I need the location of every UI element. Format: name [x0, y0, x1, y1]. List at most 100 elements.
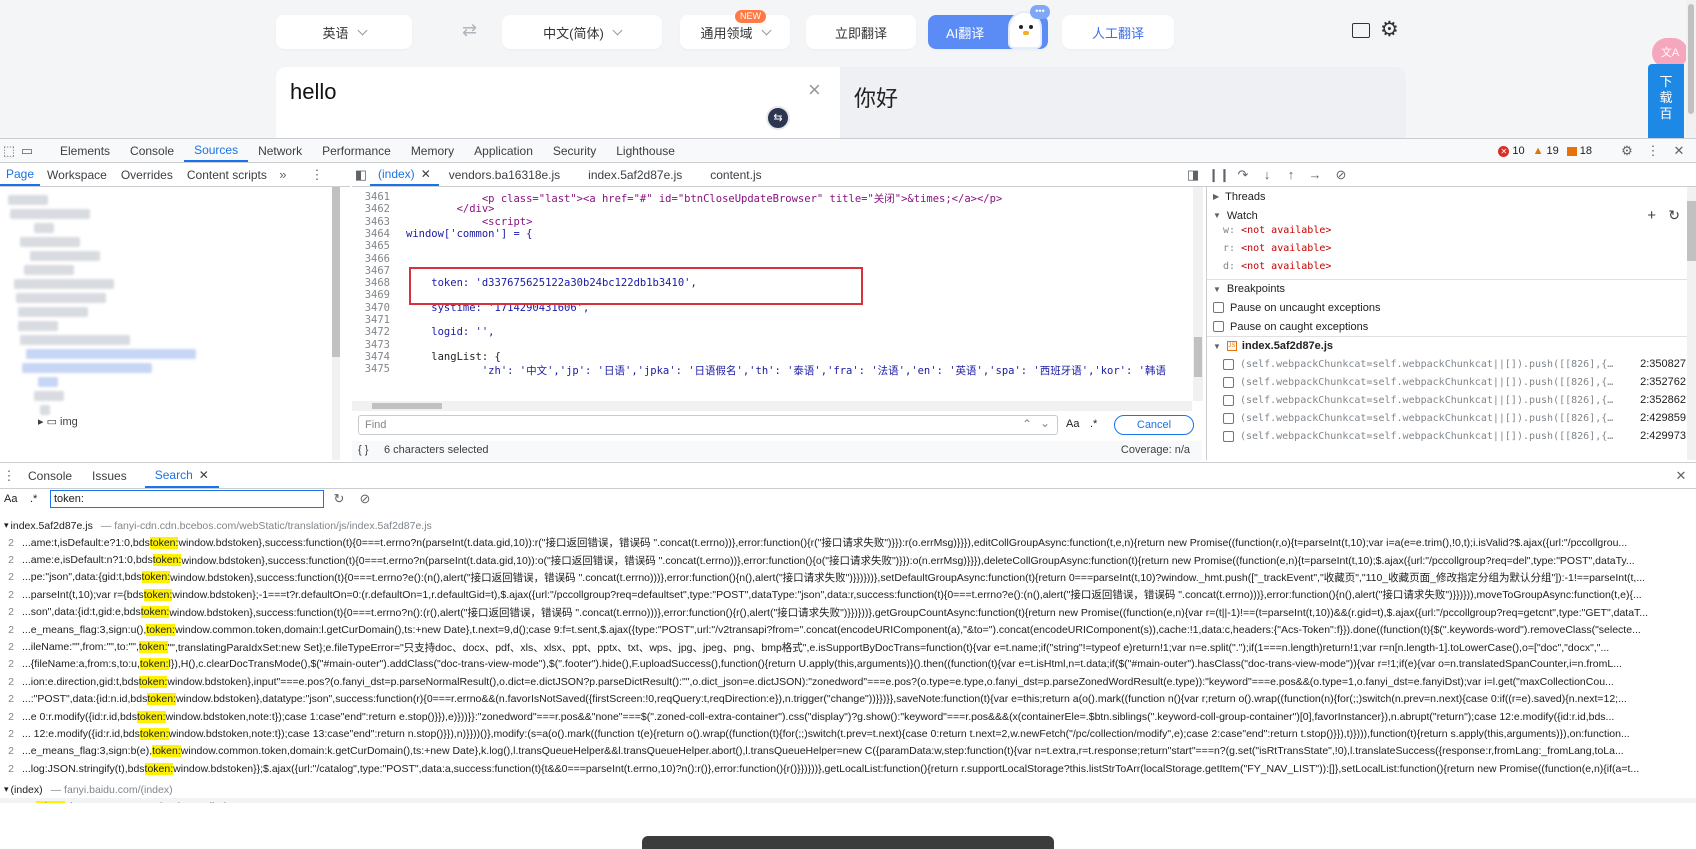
tab-elements[interactable]: Elements [50, 139, 120, 162]
regex-toggle[interactable]: .* [30, 493, 37, 505]
threads-section[interactable]: ▶ Threads [1207, 187, 1696, 206]
close-drawer-icon[interactable]: ✕ [1672, 467, 1690, 485]
breakpoint-item[interactable]: (self.webpackChunkcat=self.webpackChunkc… [1207, 409, 1696, 427]
page-scrollbar[interactable] [1686, 0, 1696, 138]
search-result-row[interactable]: 2 ...e_means_flag:3,sign:u(), token: window… [0, 621, 1696, 638]
more-vert-icon[interactable]: ⋮ [308, 166, 326, 184]
translate-now-button[interactable]: 立即翻译 [806, 15, 916, 49]
checkbox[interactable] [1223, 412, 1234, 424]
close-icon[interactable]: ✕ [1670, 142, 1688, 160]
tab-console[interactable]: Console [120, 139, 184, 162]
step-over-icon[interactable]: ↷ [1234, 166, 1252, 184]
line-number[interactable]: 3472 [352, 326, 390, 338]
search-result-row[interactable]: 2 ...ame:e,isDefault:n?1:0,bds token: windo… [0, 551, 1696, 568]
format-icon[interactable]: { } [358, 444, 368, 456]
settings-icon[interactable]: ⚙ [1380, 17, 1399, 42]
search-result-row[interactable]: 2 ...son",data:{id:t,gid:e,bds token: windo… [0, 604, 1696, 621]
drawer-tab-issues[interactable]: Issues [82, 463, 137, 488]
search-result-row[interactable]: 2 ...parseInt(t,10);var r={bds token: windo… [0, 586, 1696, 603]
line-number[interactable]: 3471 [352, 314, 390, 326]
result-file-header[interactable]: ▾ index.5af2d87e.js — fanyi-cdn.cdn.bcebos… [0, 517, 1696, 534]
results-scrollbar[interactable] [1686, 517, 1696, 747]
human-translate-button[interactable]: 人工翻译 [1062, 15, 1174, 49]
breakpoints-section[interactable]: ▼ Breakpoints [1207, 279, 1696, 298]
line-number[interactable]: 3470 [352, 302, 390, 314]
search-result-row[interactable]: 2 ...ileName:"",from:"",to:"", token: "",tr… [0, 638, 1696, 655]
pause-caught-option[interactable]: Pause on caught exceptions [1207, 317, 1696, 336]
watch-section[interactable]: ▼ Watch + ↻ [1207, 206, 1696, 225]
search-result-row[interactable]: 2 ...ion:e.direction,gid:t,bds token: windo… [0, 673, 1696, 690]
error-count[interactable]: ✕ 10 [1498, 145, 1525, 157]
nav-tab-content-scripts[interactable]: Content scripts [180, 163, 274, 186]
checkbox[interactable] [1213, 321, 1224, 332]
source-language-select[interactable]: 英语 [276, 15, 412, 49]
checkbox[interactable] [1223, 430, 1234, 442]
device-toolbar-icon[interactable]: ▭ [18, 142, 36, 160]
tab-network[interactable]: Network [248, 139, 312, 162]
line-number[interactable]: 3461 [352, 191, 390, 203]
line-number[interactable]: 3463 [352, 216, 390, 228]
sidebar-scrollbar[interactable] [1687, 187, 1696, 460]
nav-tab-workspace[interactable]: Workspace [40, 163, 114, 186]
source-text-area[interactable]: hello [276, 67, 840, 138]
breakpoint-item[interactable]: (self.webpackChunkcat=self.webpackChunkc… [1207, 355, 1696, 373]
find-prev-icon[interactable]: ⌃ [1022, 417, 1032, 431]
file-tab-index[interactable]: (index) ✕ [370, 163, 439, 186]
line-number[interactable]: 3465 [352, 240, 390, 252]
match-case-toggle[interactable]: Aa [1066, 418, 1079, 430]
search-result-row[interactable]: 2 ...:"POST",data:{id:n.id,bds token: windo… [0, 691, 1696, 708]
tab-application[interactable]: Application [464, 139, 543, 162]
target-language-select[interactable]: 中文(简体) [502, 15, 662, 49]
search-result-row[interactable]: 2 ... 12:e.modify({id:r.id,bds token: windo… [0, 725, 1696, 742]
search-result-row[interactable]: 2 ...e 0:r.modify({id:r.id,bds token: windo… [0, 708, 1696, 725]
toggle-debugger-icon[interactable]: ◨ [1184, 166, 1202, 184]
close-tab-icon[interactable]: ✕ [421, 167, 431, 181]
tab-memory[interactable]: Memory [401, 139, 464, 162]
clear-icon[interactable]: × [808, 77, 821, 103]
pause-icon[interactable]: ❙❙ [1208, 166, 1230, 184]
checkbox[interactable] [1213, 302, 1224, 313]
tab-security[interactable]: Security [543, 139, 606, 162]
line-number[interactable]: 3473 [352, 339, 390, 351]
search-result-row[interactable]: 2 ...ame:t,isDefault:e?1:0,bds token: windo… [0, 534, 1696, 551]
search-result-row[interactable]: 2 ...{fileName:a,from:s,to:u, token: l}),H(… [0, 656, 1696, 673]
line-number[interactable]: 3462 [352, 203, 390, 215]
folder-icon[interactable] [1352, 23, 1370, 38]
breakpoint-item[interactable]: (self.webpackChunkcat=self.webpackChunkc… [1207, 373, 1696, 391]
more-vert-icon[interactable]: ⋮ [0, 467, 18, 485]
find-input[interactable]: Find [358, 415, 1058, 435]
line-number[interactable]: 3475 [352, 363, 390, 375]
breakpoint-file[interactable]: ▼ JS index.5af2d87e.js [1207, 336, 1696, 355]
more-tabs-icon[interactable]: » [274, 166, 292, 184]
search-result-row[interactable]: 2 ...log:JSON.stringify(t),bds token: windo… [0, 760, 1696, 777]
match-case-toggle[interactable]: Aa [4, 493, 17, 505]
settings-icon[interactable]: ⚙ [1618, 142, 1636, 160]
close-tab-icon[interactable]: ✕ [199, 468, 209, 482]
code-scrollbar[interactable] [1193, 187, 1203, 401]
tab-lighthouse[interactable]: Lighthouse [606, 139, 685, 162]
toggle-navigator-icon[interactable]: ◧ [352, 166, 370, 184]
tab-performance[interactable]: Performance [312, 139, 401, 162]
refresh-search-icon[interactable]: ↻ [330, 490, 348, 508]
download-side-button[interactable]: 下载百 [1648, 64, 1684, 138]
find-next-icon[interactable]: ⌄ [1040, 416, 1050, 430]
breakpoint-item[interactable]: (self.webpackChunkcat=self.webpackChunkc… [1207, 391, 1696, 409]
line-number[interactable]: 3474 [352, 351, 390, 363]
line-number[interactable]: 3468 [352, 277, 390, 289]
search-result-row[interactable]: 2 ...pe:"json",data:{gid:t,bds token: windo… [0, 569, 1696, 586]
deactivate-breakpoints-icon[interactable]: ⊘ [1332, 166, 1350, 184]
more-vert-icon[interactable]: ⋮ [1644, 142, 1662, 160]
domain-select[interactable]: 通用领域 NEW [680, 10, 790, 49]
nav-tab-overrides[interactable]: Overrides [114, 163, 180, 186]
file-tab-vendors[interactable]: vendors.ba16318e.js [439, 163, 570, 186]
code-hscrollbar[interactable] [352, 401, 1192, 411]
tab-sources[interactable]: Sources [184, 139, 249, 162]
search-result-row[interactable]: 3468token: 'd337675625122a30b24bc122db1b… [0, 798, 1696, 803]
file-tab-content-js[interactable]: content.js [700, 163, 771, 186]
warning-count[interactable]: ▲ 19 [1533, 145, 1559, 157]
drawer-tab-search[interactable]: Search ✕ [144, 463, 219, 488]
step-icon[interactable]: → [1306, 166, 1324, 184]
refresh-watch-icon[interactable]: ↻ [1668, 207, 1680, 224]
line-number[interactable]: 3466 [352, 253, 390, 265]
result-file-header[interactable]: ▾ (index) — fanyi.baidu.com/(index) [0, 781, 1696, 798]
